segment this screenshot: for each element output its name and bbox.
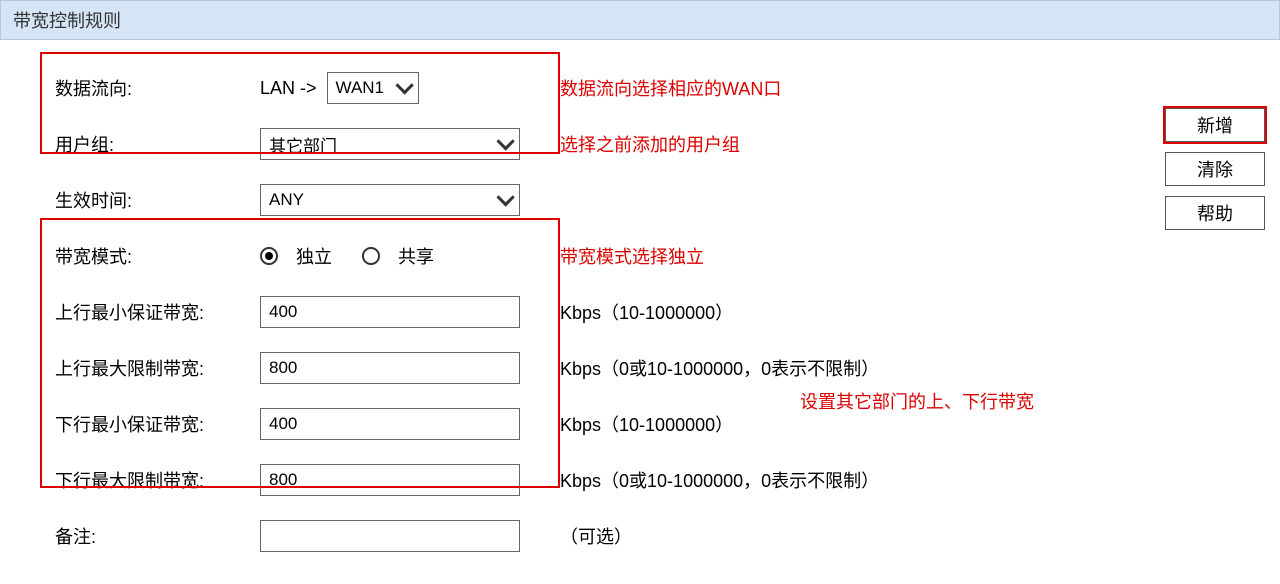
- label-remark: 备注:: [40, 523, 260, 549]
- hint-down-min: Kbps（10-1000000）: [550, 411, 733, 437]
- input-down-min[interactable]: [260, 408, 520, 440]
- label-effective-time: 生效时间:: [40, 187, 260, 213]
- lan-prefix: LAN ->: [260, 78, 317, 99]
- label-bandwidth-mode: 带宽模式:: [40, 243, 260, 269]
- label-down-max: 下行最大限制带宽:: [40, 467, 260, 493]
- input-down-max[interactable]: [260, 464, 520, 496]
- radio-independent-label: 独立: [296, 243, 332, 269]
- select-effective-time[interactable]: ANY: [260, 184, 520, 216]
- radio-shared-label: 共享: [398, 243, 434, 269]
- select-wan-value: WAN1: [336, 78, 385, 98]
- select-effective-time-value: ANY: [269, 190, 304, 210]
- note-mode: 带宽模式选择独立: [550, 243, 704, 269]
- label-user-group: 用户组:: [40, 131, 260, 157]
- select-user-group-value: 其它部门: [269, 132, 337, 157]
- input-up-min[interactable]: [260, 296, 520, 328]
- page-title: 带宽控制规则: [0, 0, 1280, 40]
- note-group: 选择之前添加的用户组: [550, 131, 740, 157]
- label-up-max: 上行最大限制带宽:: [40, 355, 260, 381]
- label-up-min: 上行最小保证带宽:: [40, 299, 260, 325]
- add-button[interactable]: 新增: [1165, 108, 1265, 142]
- help-button[interactable]: 帮助: [1165, 196, 1265, 230]
- select-user-group[interactable]: 其它部门: [260, 128, 520, 160]
- hint-remark: （可选）: [550, 523, 632, 549]
- hint-up-max: Kbps（0或10-1000000，0表示不限制）: [550, 355, 879, 381]
- label-down-min: 下行最小保证带宽:: [40, 411, 260, 437]
- note-bandwidth: 设置其它部门的上、下行带宽: [800, 388, 1034, 414]
- chevron-down-icon: [493, 189, 515, 211]
- select-wan[interactable]: WAN1: [327, 72, 419, 104]
- clear-button[interactable]: 清除: [1165, 152, 1265, 186]
- chevron-down-icon: [493, 133, 515, 155]
- radio-independent[interactable]: [260, 247, 278, 265]
- label-data-direction: 数据流向:: [40, 75, 260, 101]
- radio-shared[interactable]: [362, 247, 380, 265]
- input-remark[interactable]: [260, 520, 520, 552]
- chevron-down-icon: [392, 77, 414, 99]
- hint-down-max: Kbps（0或10-1000000，0表示不限制）: [550, 467, 879, 493]
- input-up-max[interactable]: [260, 352, 520, 384]
- hint-up-min: Kbps（10-1000000）: [550, 299, 733, 325]
- note-direction: 数据流向选择相应的WAN口: [550, 75, 781, 101]
